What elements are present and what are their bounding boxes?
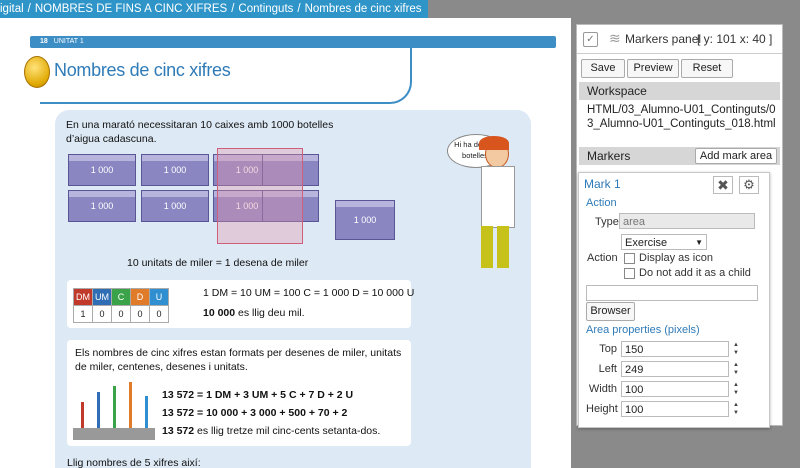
box: 1 000 (141, 190, 209, 222)
value-u: 0 (149, 305, 169, 323)
breadcrumb: igital / NOMBRES DE FINS A CINC XIFRES / Con… (0, 0, 428, 18)
type-field: area (619, 213, 755, 229)
browser-button[interactable]: Browser (586, 302, 635, 321)
unit-header-bar: 18 UNITAT 1 (30, 36, 556, 48)
type-label: Type (595, 216, 619, 228)
save-button[interactable]: Save (581, 59, 625, 78)
header-um: UM (92, 288, 112, 306)
panel-header: ✓ ≋ Markers panel [ y: 101 x: 40 ] (577, 25, 782, 54)
reading-text: es llig deu mil. (238, 307, 305, 319)
width-stepper[interactable]: ▲ ▼ (731, 381, 741, 397)
reset-button[interactable]: Reset (681, 59, 733, 78)
reading-text-2: es llig tretze mil cinc-cents setanta-do… (197, 425, 381, 437)
dropdown-arrow-icon: ▼ (695, 238, 703, 247)
lesson-content: En una marató necessitaran 10 caixes amb… (55, 110, 531, 468)
width-input[interactable]: 100 (621, 381, 729, 397)
value-dm: 1 (73, 305, 93, 323)
add-mark-area-button[interactable]: Add mark area (695, 148, 777, 164)
box: 1 000 (335, 200, 395, 240)
breadcrumb-separator: / (27, 3, 31, 15)
decomposition-equation: 13 572 = 10 000 + 3 000 + 500 + 70 + 2 (162, 407, 348, 419)
display-as-icon-label: Display as icon (639, 252, 713, 264)
mark-card: Mark 1 ✖ ⚙ Action Type area Exercise ▼ Ac… (578, 172, 770, 428)
page-number: 18 (40, 38, 48, 45)
panel-title: Markers panel (625, 32, 702, 46)
workspace-header: Workspace (579, 82, 780, 100)
height-input[interactable]: 100 (621, 401, 729, 417)
bullet-text: Els nombres de cinc xifres estan formats… (75, 347, 402, 373)
header-d: D (130, 288, 150, 306)
reading-example: 10 000 es llig deu mil. (203, 306, 305, 320)
page-title: Nombres de cinc xifres (54, 60, 231, 80)
height-label: Height (586, 403, 618, 415)
box-label: 1 000 (90, 201, 114, 211)
box-label: 1 000 (163, 201, 187, 211)
workspace-path: HTML/03_Alumno-U01_Continguts/03_Alumno-… (587, 104, 776, 130)
header-dm: DM (73, 288, 93, 306)
book-page[interactable]: 18 UNITAT 1 Nombres de cinc xifres En una… (0, 18, 571, 468)
left-label: Left (598, 363, 617, 375)
markers-header: Markers Add mark area (579, 147, 780, 165)
value-um: 0 (92, 305, 112, 323)
equivalence-text: 1 DM = 10 UM = 100 C = 1 000 D = 10 000 … (203, 287, 415, 299)
top-stepper[interactable]: ▲ ▼ (731, 341, 741, 357)
top-input[interactable]: 150 (621, 341, 729, 357)
box: 1 000 (68, 154, 136, 186)
caption-text: 10 unitats de miler = 1 desena de miler (127, 257, 309, 269)
gear-icon[interactable]: ⚙ (739, 176, 759, 194)
composition-equation: 13 572 = 1 DM + 3 UM + 5 C + 7 D + 2 U (162, 389, 354, 401)
intro-text: En una marató necessitaran 10 caixes amb… (66, 119, 334, 145)
box-label: 1 000 (90, 165, 114, 175)
mark-area-overlay[interactable] (217, 148, 303, 244)
header-c: C (111, 288, 131, 306)
width-label: Width (588, 383, 617, 395)
breadcrumb-item-contents[interactable]: Continguts (238, 3, 293, 15)
display-as-icon-checkbox[interactable] (624, 253, 635, 264)
no-child-label: Do not add it as a child (639, 267, 751, 279)
left-input[interactable]: 249 (621, 361, 729, 377)
box: 1 000 (68, 190, 136, 222)
breadcrumb-item-digital[interactable]: igital (0, 3, 24, 15)
checkbox-icon[interactable]: ✓ (583, 32, 598, 47)
action-label: Action (587, 252, 618, 264)
action-type-select[interactable]: Exercise ▼ (621, 234, 707, 250)
cursor-coordinates: [ y: 101 x: 40 ] (697, 32, 773, 46)
area-properties-label: Area properties (pixels) (586, 324, 700, 336)
reading-example-2: 13 572 es llig tretze mil cinc-cents set… (162, 424, 380, 438)
left-stepper[interactable]: ▲ ▼ (731, 361, 741, 377)
top-label: Top (599, 343, 617, 355)
preview-button[interactable]: Preview (627, 59, 679, 78)
coin-icon (24, 56, 50, 88)
value-d: 0 (130, 305, 150, 323)
place-value-table: DM UM C D U 1 0 0 0 0 (73, 288, 169, 323)
box-label: 1 000 (353, 215, 377, 225)
height-stepper[interactable]: ▲ ▼ (731, 401, 741, 417)
box: 1 000 (141, 154, 209, 186)
delete-icon[interactable]: ✖ (713, 176, 733, 194)
place-value-card: DM UM C D U 1 0 0 0 0 1 DM = 10 UM = 100… (67, 280, 415, 328)
box-label: 1 000 (163, 165, 187, 175)
breadcrumb-separator: / (231, 3, 235, 15)
action-section-label: Action (586, 197, 617, 209)
header-u: U (149, 288, 169, 306)
bottom-instruction: Llig nombres de 5 xifres així: (67, 457, 201, 468)
scientist-illustration (475, 136, 521, 270)
reading-number: 10 000 (203, 307, 236, 319)
breadcrumb-item-page[interactable]: Nombres de cinc xifres (305, 3, 422, 15)
markers-label: Markers (587, 149, 631, 163)
reading-number-2: 13 572 (162, 425, 195, 437)
no-child-checkbox[interactable] (624, 268, 635, 279)
action-type-value: Exercise (625, 237, 668, 249)
value-c: 0 (111, 305, 131, 323)
breadcrumb-separator: / (297, 3, 301, 15)
mark-name[interactable]: Mark 1 (584, 177, 621, 191)
abacus-illustration (73, 382, 155, 440)
resource-path-input[interactable] (586, 285, 758, 301)
breadcrumb-item-unit[interactable]: NOMBRES DE FINS A CINC XIFRES (35, 3, 227, 15)
layers-icon: ≋ (609, 30, 621, 46)
unit-label: UNITAT 1 (53, 38, 84, 45)
composition-card: Els nombres de cinc xifres estan formats… (67, 340, 411, 446)
